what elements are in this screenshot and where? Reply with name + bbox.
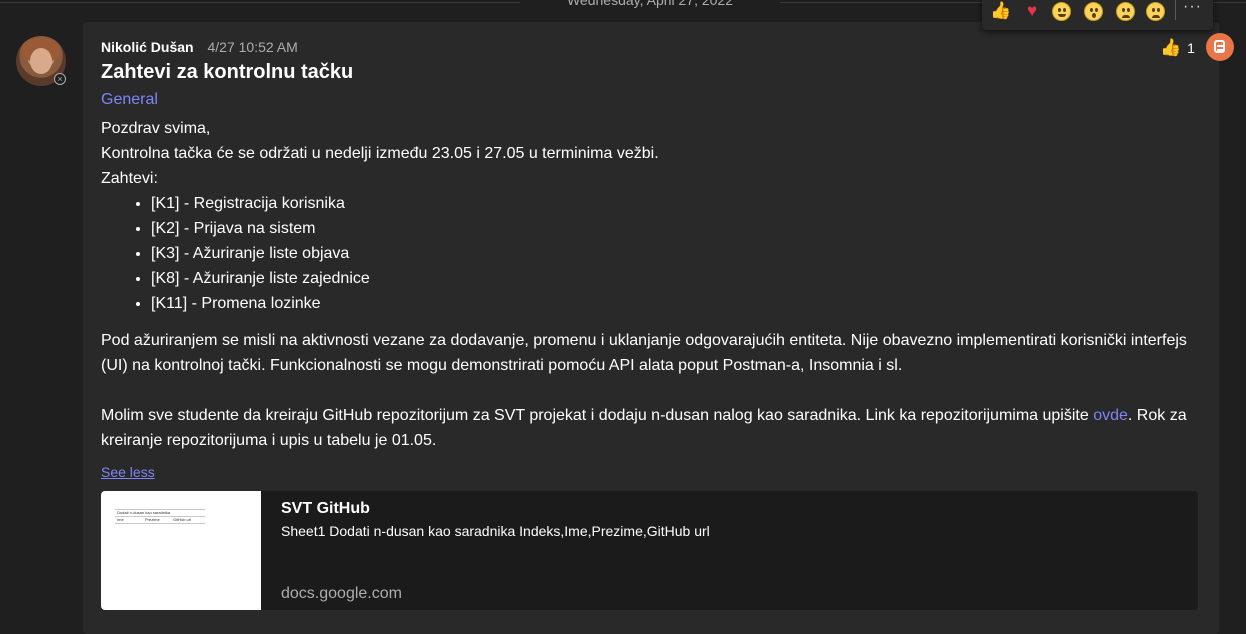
schedule-text: Kontrolna tačka će se održati u nedelji … — [101, 145, 659, 162]
github-instructions-paragraph: Molim sve studente da kreiraju GitHub re… — [101, 403, 1201, 453]
requirement-item: [K8] - Ažuriranje liste zajednice — [151, 266, 1201, 291]
like-icon[interactable]: 👍 — [990, 0, 1012, 22]
like-summary-icon: 👍 — [1160, 38, 1182, 57]
preview-description: Sheet1 Dodati n-dusan kao saradnika Inde… — [281, 523, 710, 539]
requirements-heading: Zahtevi: — [101, 170, 158, 187]
thumb-grid-line — [115, 516, 205, 517]
preview-title[interactable]: SVT GitHub — [281, 500, 370, 518]
thumb-grid-line — [115, 523, 205, 524]
like-reaction-summary[interactable]: 👍 1 — [1160, 38, 1195, 58]
message-subject: Zahtevi za kontrolnu tačku — [101, 61, 354, 83]
reaction-bar: 👍 ♥ ··· — [982, 0, 1213, 30]
reaction-bar-separator — [1175, 0, 1176, 20]
spreadsheet-link[interactable]: ovde — [1093, 407, 1128, 424]
requirement-item: [K11] - Promena lozinke — [151, 291, 1201, 316]
heart-icon[interactable]: ♥ — [1021, 0, 1043, 22]
see-less-link[interactable]: See less — [101, 464, 155, 480]
channel-link[interactable]: General — [101, 91, 158, 109]
laugh-icon[interactable] — [1052, 2, 1071, 21]
message-body: Pozdrav svima, Kontrolna tačka će se odr… — [101, 116, 1201, 453]
sad-icon[interactable] — [1116, 2, 1135, 21]
thumb-col: Ime — [117, 517, 124, 522]
requirement-item: [K2] - Prijava na sistem — [151, 216, 1201, 241]
like-count: 1 — [1187, 40, 1195, 56]
preview-thumbnail: Dodati n-dusan kao saradnika Ime Prezime… — [101, 491, 261, 610]
angry-icon[interactable] — [1146, 2, 1165, 21]
thumb-col: GitHub url — [173, 517, 192, 522]
update-explanation-paragraph: Pod ažuriranjem se misli na aktivnosti v… — [101, 332, 1187, 374]
link-preview-card[interactable]: Dodati n-dusan kao saradnika Ime Prezime… — [101, 491, 1198, 610]
requirement-item: [K1] - Registracija korisnika — [151, 191, 1201, 216]
preview-domain: docs.google.com — [281, 585, 402, 602]
more-options-icon[interactable]: ··· — [1183, 0, 1202, 16]
avatar-face — [30, 48, 52, 74]
author-name[interactable]: Nikolić Dušan — [101, 39, 194, 55]
greeting-text: Pozdrav svima, — [101, 120, 211, 137]
requirements-list: [K1] - Registracija korisnika [K2] - Pri… — [101, 191, 1201, 316]
requirement-item: [K3] - Ažuriranje liste objava — [151, 241, 1201, 266]
github-instructions-text: Molim sve studente da kreiraju GitHub re… — [101, 407, 1094, 424]
message-timestamp: 4/27 10:52 AM — [207, 39, 298, 55]
message-meta: Nikolić Dušan 4/27 10:52 AM — [101, 39, 298, 55]
thumb-col: Prezime — [145, 517, 160, 522]
date-divider-label: Wednesday, April 27, 2022 — [566, 0, 734, 8]
loop-component-icon[interactable] — [1206, 33, 1234, 61]
surprised-icon[interactable] — [1084, 2, 1103, 21]
thumb-heading: Dodati n-dusan kao saradnika — [117, 510, 171, 515]
divider-line-left — [0, 2, 520, 3]
presence-offline-icon: × — [54, 73, 66, 85]
loop-icon-line — [1217, 49, 1223, 51]
loop-icon-line — [1217, 45, 1223, 47]
